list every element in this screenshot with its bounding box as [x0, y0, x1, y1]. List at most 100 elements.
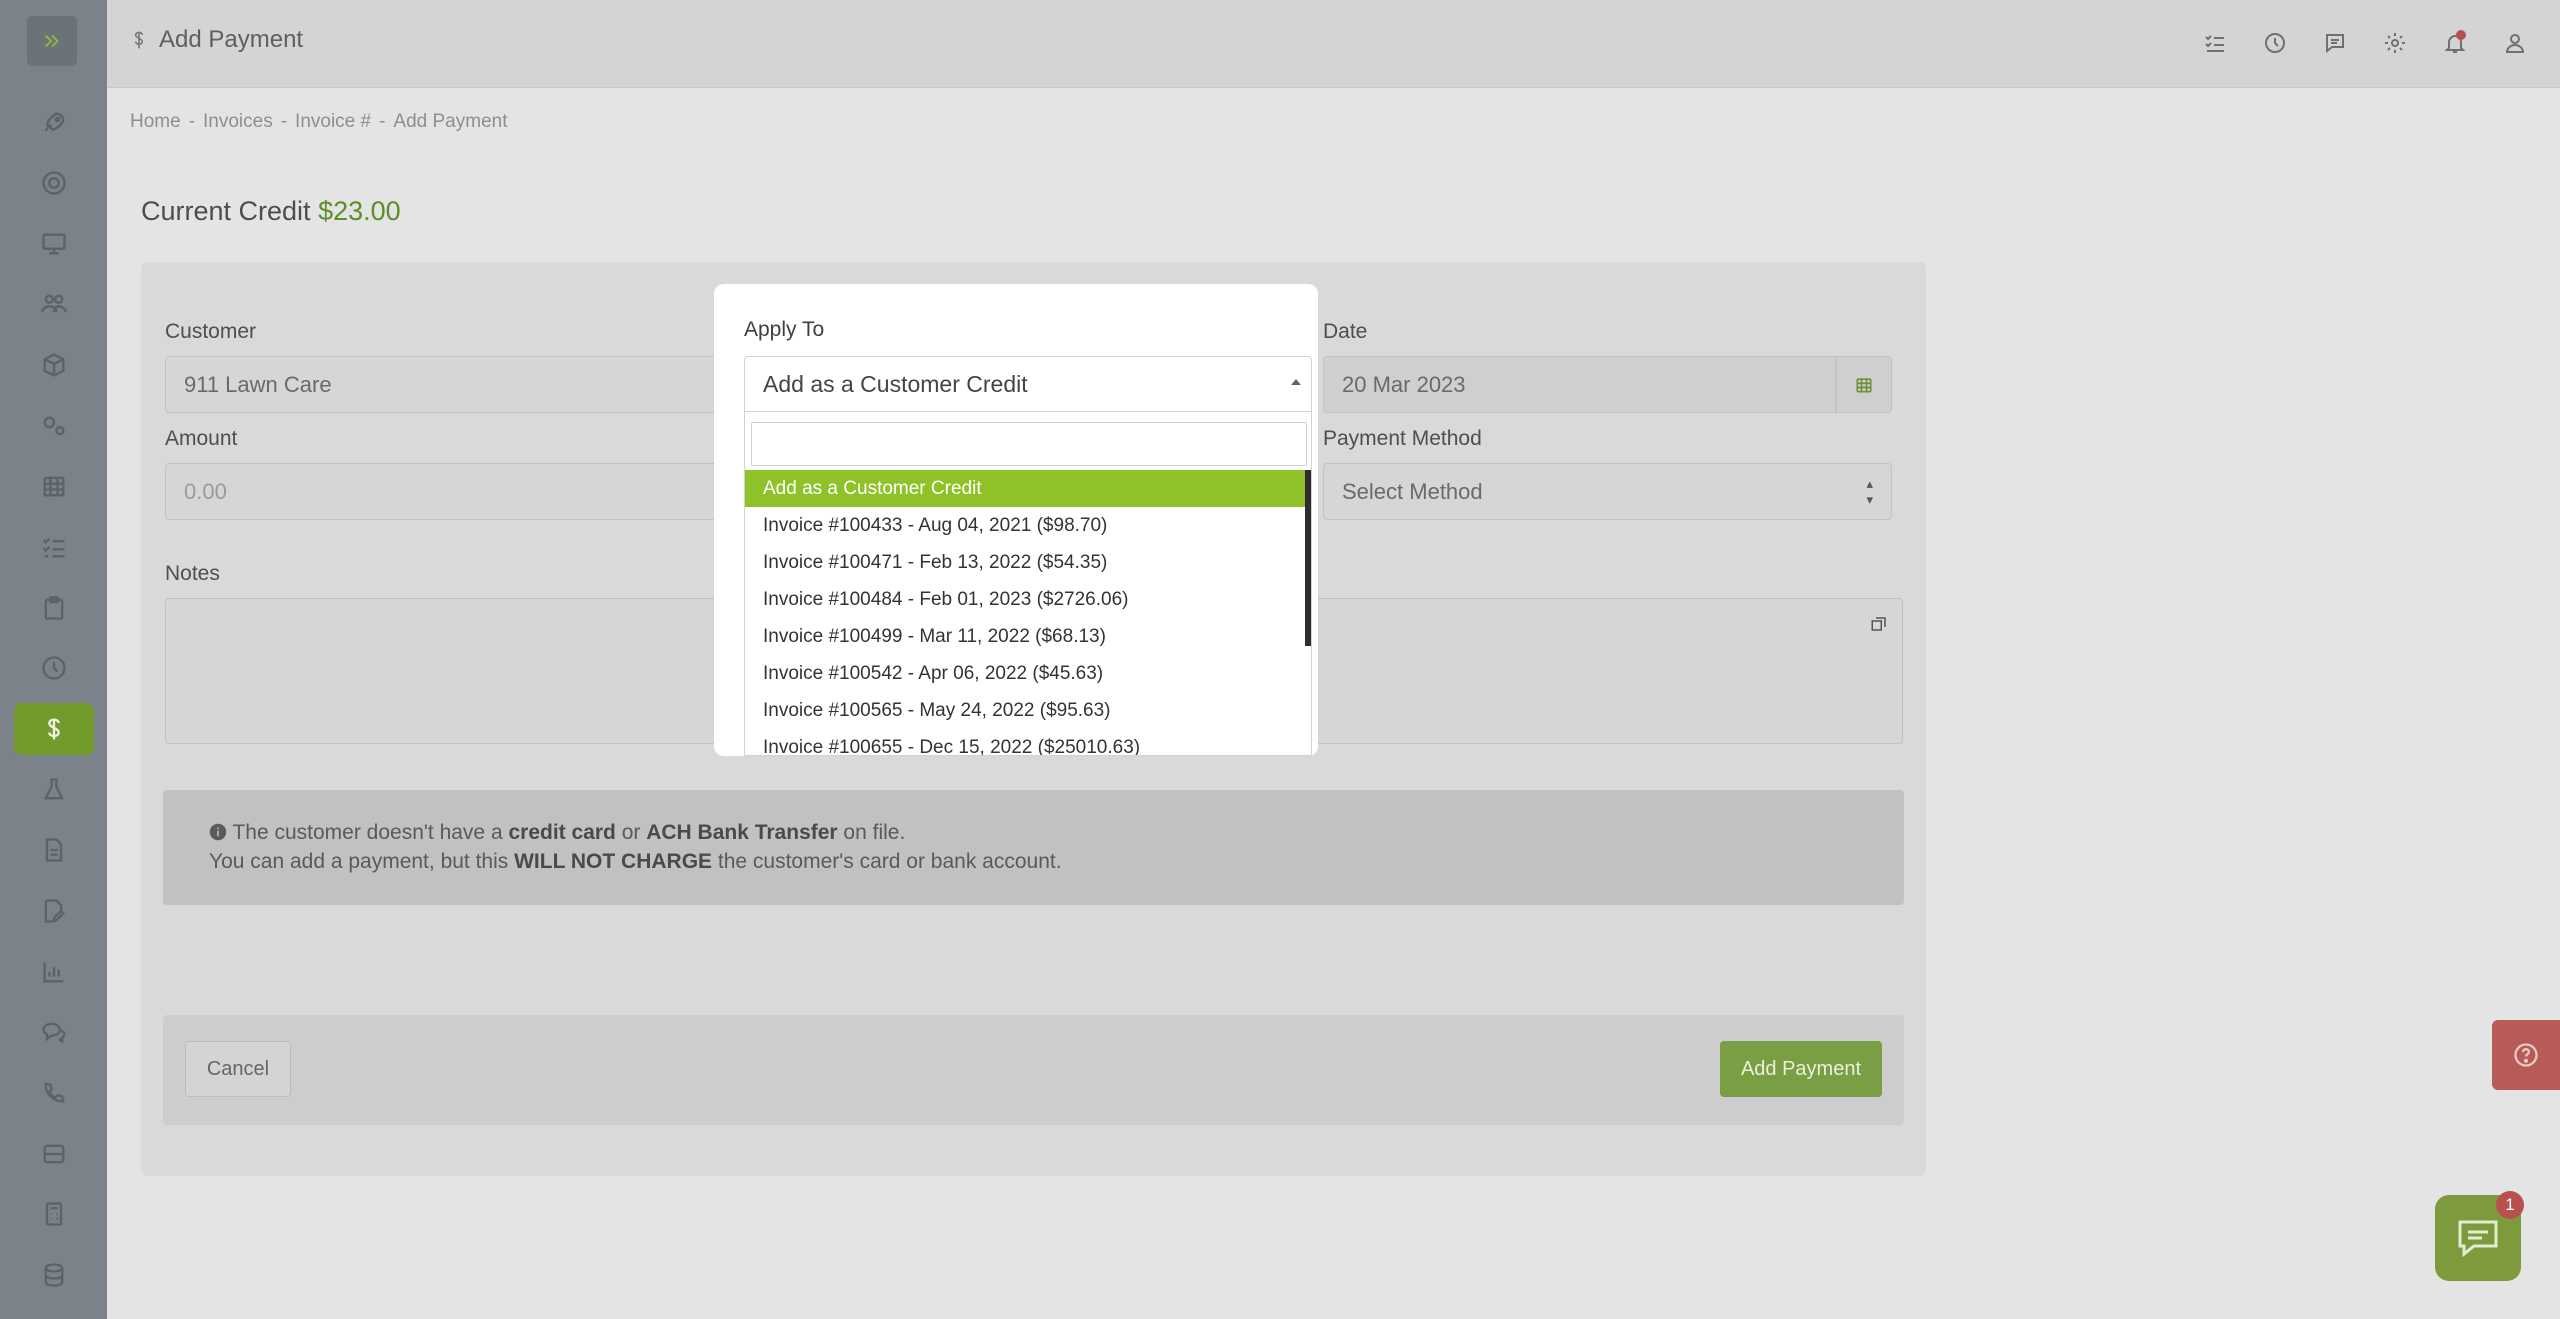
- clipboard-icon: [44, 596, 64, 620]
- checklist-icon: [2205, 35, 2224, 52]
- sidebar-item-calendar[interactable]: [14, 460, 94, 512]
- sidebar-item-services[interactable]: [14, 400, 94, 452]
- sidebar-item-payments[interactable]: [14, 703, 94, 755]
- settings-button[interactable]: [2380, 28, 2410, 58]
- calendar-icon: [1856, 377, 1872, 392]
- notice-will-not-charge: WILL NOT CHARGE: [514, 850, 713, 873]
- amount-input[interactable]: 0.00: [165, 463, 731, 520]
- sidebar-item-monitor[interactable]: [14, 218, 94, 270]
- document-icon: [45, 838, 63, 862]
- sort-arrows-icon: ▴ ▾: [1866, 475, 1873, 507]
- dropdown-option[interactable]: Invoice #100471 - Feb 13, 2022 ($54.35): [745, 544, 1311, 581]
- dropdown-option[interactable]: Invoice #100565 - May 24, 2022 ($95.63): [745, 692, 1311, 729]
- caret-up-icon: [1291, 379, 1301, 385]
- sidebar-item-phone[interactable]: [14, 1067, 94, 1119]
- payment-method-select[interactable]: Select Method ▴ ▾: [1323, 463, 1892, 520]
- info-circle-icon: [209, 823, 227, 841]
- sidebar: [0, 0, 107, 1319]
- date-input[interactable]: 20 Mar 2023: [1323, 356, 1836, 413]
- customer-select-value: 911 Lawn Care: [184, 371, 332, 397]
- tasks-button[interactable]: [2200, 28, 2230, 58]
- apply-to-selected-value: Add as a Customer Credit: [763, 370, 1028, 397]
- monitor-icon: [42, 233, 66, 255]
- breadcrumb-invoice[interactable]: Invoice #: [295, 111, 371, 133]
- apply-to-label: Apply To: [744, 318, 825, 341]
- current-credit: Current Credit $23.00: [141, 196, 401, 227]
- dropdown-option[interactable]: Invoice #100655 - Dec 15, 2022 ($25010.6…: [745, 729, 1311, 756]
- header-title-text: Add Payment: [159, 26, 304, 53]
- notice-ach: ACH Bank Transfer: [646, 821, 838, 844]
- sidebar-toggle-button[interactable]: [27, 16, 77, 66]
- sidebar-item-tasks[interactable]: [14, 521, 94, 573]
- rocket-icon: [44, 112, 65, 132]
- list-check-icon: [42, 538, 65, 558]
- dropdown-option[interactable]: Invoice #100484 - Feb 01, 2023 ($2726.06…: [745, 581, 1311, 618]
- flask-icon: [43, 778, 65, 800]
- expand-icon: [1871, 617, 1886, 631]
- signature-icon: [44, 899, 65, 923]
- clock-icon: [42, 656, 66, 680]
- sidebar-item-customers[interactable]: [14, 278, 94, 330]
- dropdown-option[interactable]: Add as a Customer Credit: [745, 470, 1311, 507]
- notice-text: on file.: [837, 821, 906, 844]
- date-picker-button[interactable]: [1836, 356, 1892, 413]
- notice-text: the customer's card or bank account.: [712, 850, 1062, 873]
- help-tab[interactable]: [2492, 1020, 2560, 1090]
- breadcrumb: Home - Invoices - Invoice # - Add Paymen…: [130, 111, 508, 133]
- double-chevron-right-icon: [44, 34, 59, 48]
- database-icon: [44, 1263, 64, 1287]
- dropdown-option[interactable]: Invoice #100499 - Mar 11, 2022 ($68.13): [745, 618, 1311, 655]
- current-credit-label: Current Credit: [141, 196, 311, 226]
- messages-button[interactable]: [2320, 28, 2350, 58]
- history-button[interactable]: [2260, 28, 2290, 58]
- notice-line-1: The customer doesn't have a credit card …: [209, 818, 1858, 847]
- notification-dot: [2456, 30, 2466, 40]
- sidebar-item-database[interactable]: [14, 1249, 94, 1301]
- sidebar-item-products[interactable]: [14, 339, 94, 391]
- user-icon: [2505, 34, 2525, 53]
- dropdown-options: Add as a Customer Credit Invoice #100433…: [745, 470, 1311, 756]
- notice-text: or: [615, 821, 647, 844]
- profile-button[interactable]: [2500, 28, 2530, 58]
- dropdown-option[interactable]: Invoice #100542 - Apr 06, 2022 ($45.63): [745, 655, 1311, 692]
- question-circle-icon: [2514, 1043, 2538, 1067]
- box-icon: [43, 353, 65, 377]
- notice-text: You can add a payment, but this: [209, 850, 515, 873]
- apply-to-dropdown: Add as a Customer Credit Invoice #100433…: [744, 412, 1312, 756]
- notice-credit-card: credit card: [508, 821, 616, 844]
- sidebar-item-storage[interactable]: [14, 1128, 94, 1180]
- add-payment-button[interactable]: Add Payment: [1720, 1041, 1882, 1097]
- dropdown-option[interactable]: Invoice #100433 - Aug 04, 2021 ($98.70): [745, 507, 1311, 544]
- notice-line-2: You can add a payment, but this WILL NOT…: [209, 847, 1858, 876]
- current-credit-amount: $23.00: [318, 196, 401, 226]
- sidebar-item-support[interactable]: [14, 157, 94, 209]
- dropdown-scrollbar[interactable]: [1305, 470, 1311, 646]
- apply-to-select[interactable]: Add as a Customer Credit: [744, 356, 1312, 412]
- cancel-button[interactable]: Cancel: [185, 1041, 291, 1097]
- chat-unread-badge: 1: [2496, 1191, 2524, 1219]
- breadcrumb-separator: -: [280, 111, 288, 132]
- gears-icon: [43, 416, 65, 436]
- sidebar-item-lab[interactable]: [14, 764, 94, 816]
- sidebar-item-clipboard[interactable]: [14, 582, 94, 634]
- dollar-icon: [134, 31, 144, 49]
- sidebar-item-calculator[interactable]: [14, 1188, 94, 1240]
- sidebar-item-contracts[interactable]: [14, 885, 94, 937]
- sidebar-item-documents[interactable]: [14, 824, 94, 876]
- breadcrumb-invoices[interactable]: Invoices: [203, 111, 273, 133]
- top-header: Add Payment: [107, 0, 2560, 88]
- notifications-button[interactable]: [2440, 28, 2470, 58]
- customer-select[interactable]: 911 Lawn Care: [165, 356, 731, 413]
- chat-bubbles-icon: [42, 1022, 66, 1044]
- sidebar-item-reports[interactable]: [14, 946, 94, 998]
- gear-icon: [2385, 33, 2405, 53]
- payment-notice: The customer doesn't have a credit card …: [163, 790, 1904, 905]
- amount-placeholder: 0.00: [184, 478, 227, 504]
- form-actions-bar: Cancel Add Payment: [163, 1015, 1904, 1125]
- sidebar-item-time[interactable]: [14, 642, 94, 694]
- sidebar-item-messages[interactable]: [14, 1006, 94, 1058]
- breadcrumb-home[interactable]: Home: [130, 111, 181, 133]
- sidebar-item-dashboard[interactable]: [14, 97, 94, 149]
- dropdown-search-input[interactable]: [751, 422, 1307, 466]
- clock-icon: [2265, 33, 2285, 53]
